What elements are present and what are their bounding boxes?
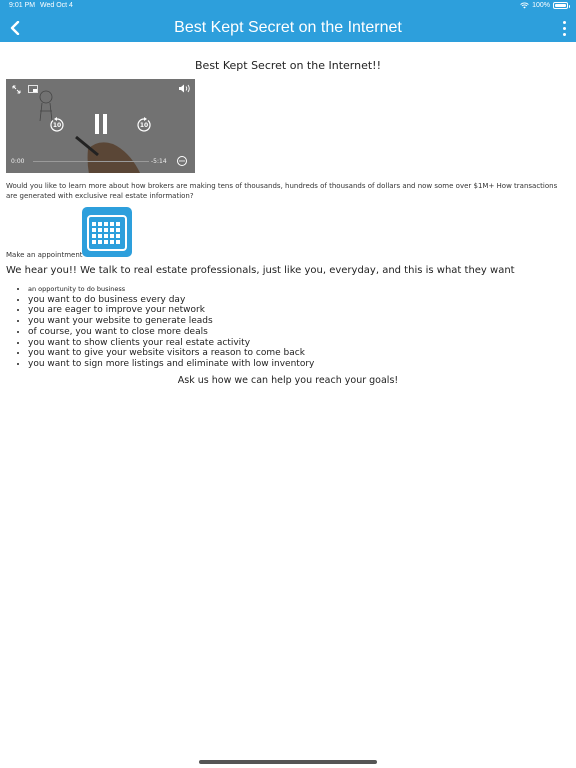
ellipsis-icon: [179, 160, 185, 162]
closing-text: Ask us how we can help you reach your go…: [177, 375, 399, 386]
navigation-bar: Best Kept Secret on the Internet: [0, 14, 576, 42]
list-item: you are eager to improve your network: [28, 305, 548, 316]
elapsed-time: 0:00: [11, 158, 25, 165]
home-indicator[interactable]: [199, 760, 377, 764]
status-right: 100%: [520, 2, 570, 9]
progress-scrubber[interactable]: [33, 160, 149, 162]
more-menu-button[interactable]: [560, 19, 568, 37]
video-player[interactable]: 10 10 0:00 -5:14: [6, 79, 195, 173]
list-item: you want to give your website visitors a…: [28, 348, 548, 359]
intro-paragraph: Would you like to learn more about how b…: [6, 182, 558, 200]
wants-list: an opportunity to do business you want t…: [28, 284, 548, 370]
skip-back-button[interactable]: 10: [49, 117, 65, 133]
video-options-button[interactable]: [177, 156, 187, 166]
pip-icon: [28, 84, 38, 93]
list-item: you want your website to generate leads: [28, 316, 548, 327]
skip-forward-label: 10: [139, 121, 149, 129]
list-item: you want to show clients your real estat…: [28, 338, 548, 349]
calendar-icon[interactable]: [82, 207, 132, 257]
picture-in-picture-button[interactable]: [28, 84, 38, 93]
battery-icon: [553, 2, 570, 9]
appointment-label: Make an appointment: [6, 251, 83, 259]
list-item: an opportunity to do business: [28, 284, 548, 295]
page-title: Best Kept Secret on the Internet: [174, 19, 402, 36]
wifi-icon: [520, 2, 529, 9]
battery-percent: 100%: [532, 2, 550, 9]
skip-forward-button[interactable]: 10: [136, 117, 152, 133]
list-item: you want to sign more listings and elimi…: [28, 359, 548, 370]
calendar-grid-icon: [87, 215, 127, 251]
skip-back-label: 10: [52, 121, 62, 129]
pause-icon: [95, 114, 107, 134]
expand-icon: [12, 85, 20, 93]
remaining-time: -5:14: [151, 158, 167, 165]
hear-you-text: We hear you!! We talk to real estate pro…: [6, 265, 515, 276]
content-heading: Best Kept Secret on the Internet!!: [195, 59, 381, 72]
more-dots-icon: [562, 20, 566, 24]
list-item: of course, you want to close more deals: [28, 327, 548, 338]
pause-button[interactable]: [94, 113, 108, 135]
speaker-icon: [178, 84, 190, 92]
status-time: 9:01 PM: [9, 2, 36, 9]
status-bar: 9:01 PM Wed Oct 4 100%: [0, 0, 576, 14]
fullscreen-button[interactable]: [11, 84, 21, 94]
volume-button[interactable]: [177, 83, 191, 93]
list-item: you want to do business every day: [28, 295, 548, 306]
status-date: Wed Oct 4: [40, 2, 73, 9]
